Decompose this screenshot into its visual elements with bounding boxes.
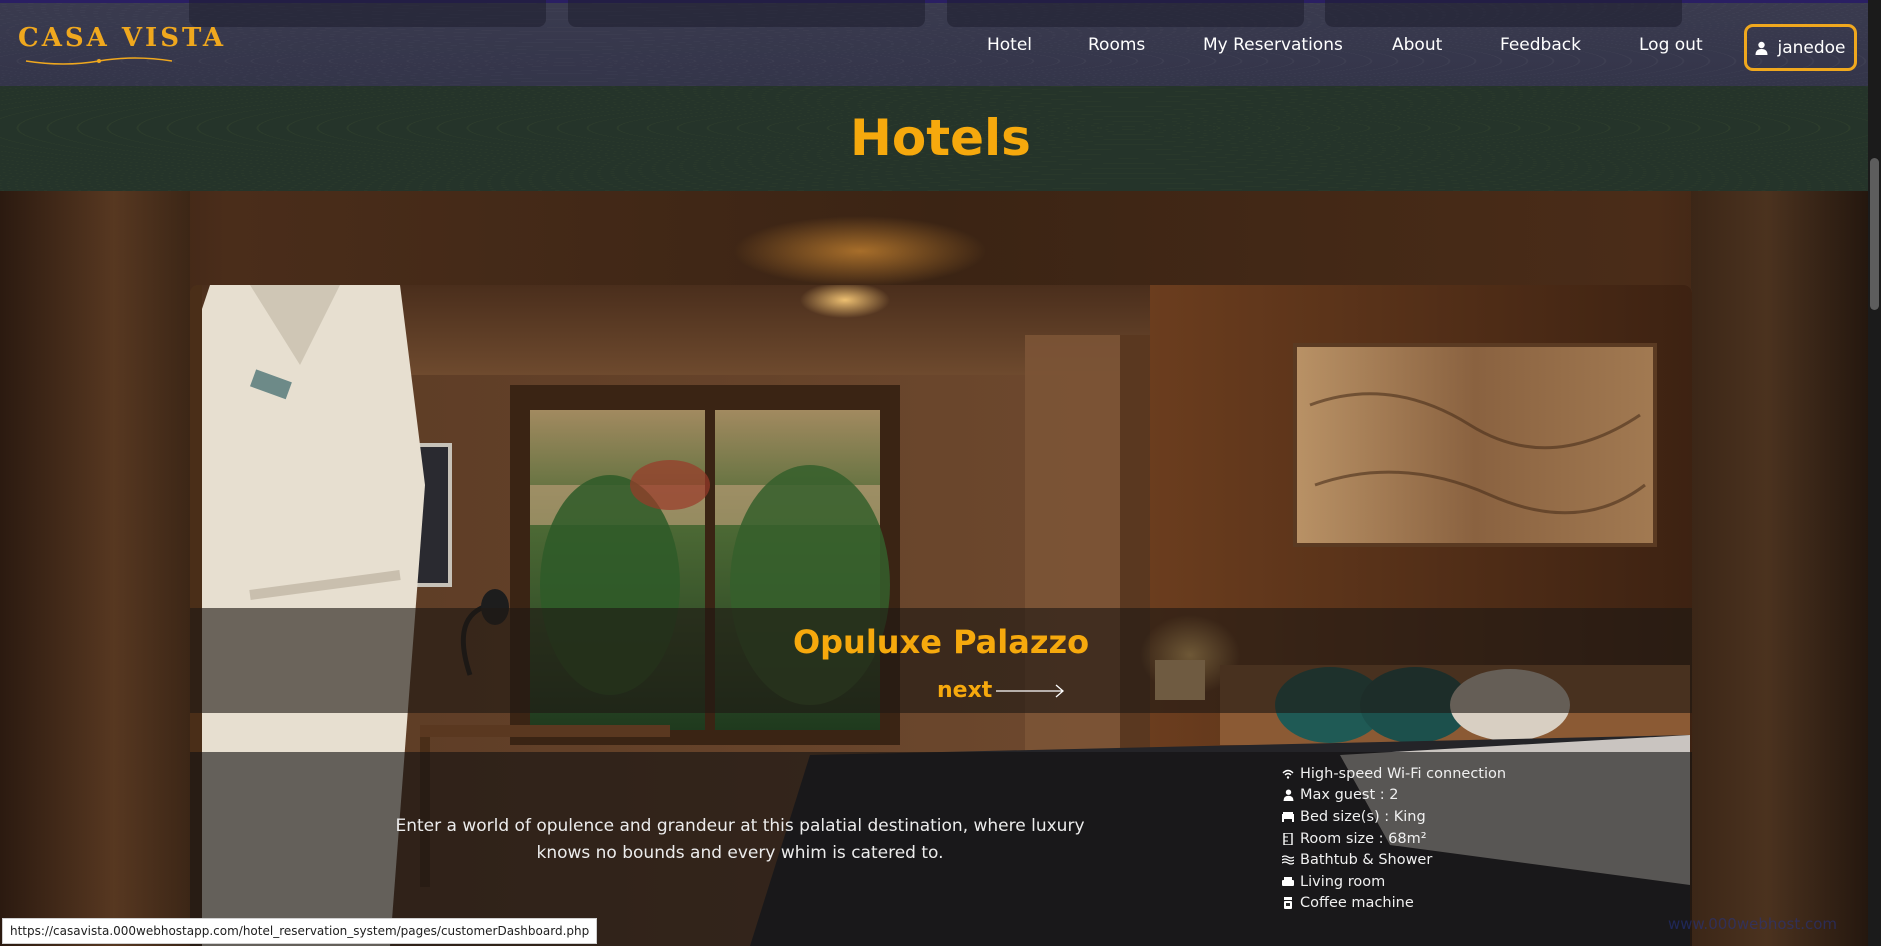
amenity-item: High-speed Wi-Fi connection <box>1282 763 1506 785</box>
hotel-name: Opuluxe Palazzo <box>792 623 1090 661</box>
nav-link-log-out[interactable]: Log out <box>1639 35 1703 55</box>
amenities-list: High-speed Wi-Fi connection Max guest : … <box>1282 763 1506 914</box>
top-navbar: CASA VISTA Hotel Rooms My Reservations A… <box>0 0 1881 86</box>
amenity-item: Living room <box>1282 871 1506 893</box>
nav-link-hotel[interactable]: Hotel <box>987 35 1032 55</box>
nav-decor-strip <box>1325 0 1682 27</box>
user-account-button[interactable]: janedoe <box>1744 24 1857 71</box>
sofa-icon <box>1282 876 1294 887</box>
logo-swash-icon <box>25 57 173 65</box>
nav-decor-strip <box>568 0 925 27</box>
wifi-icon <box>1282 769 1294 779</box>
amenity-label: Living room <box>1300 873 1386 890</box>
nav-link-feedback[interactable]: Feedback <box>1500 35 1581 55</box>
username-label: janedoe <box>1777 37 1846 58</box>
page-title: Hotels <box>850 108 1031 167</box>
nav-link-my-reservations[interactable]: My Reservations <box>1203 35 1343 55</box>
nav-link-about[interactable]: About <box>1392 35 1442 55</box>
amenity-label: Max guest : 2 <box>1300 787 1399 804</box>
user-icon <box>1755 41 1768 55</box>
hero-blur-right <box>1691 191 1881 946</box>
status-bar-url: https://casavista.000webhostapp.com/hote… <box>2 918 598 944</box>
amenity-item: Bed size(s) : King <box>1282 806 1506 828</box>
next-label: next <box>937 678 993 703</box>
next-slide-button[interactable]: next <box>937 678 1066 703</box>
amenity-item: Max guest : 2 <box>1282 785 1506 807</box>
bathtub-icon <box>1282 855 1294 865</box>
hotel-description: Enter a world of opulence and grandeur a… <box>395 816 1085 863</box>
amenity-label: Bathtub & Shower <box>1300 852 1433 869</box>
bed-icon <box>1282 811 1294 822</box>
nav-link-rooms[interactable]: Rooms <box>1088 35 1145 55</box>
amenity-item: Coffee machine <box>1282 893 1506 915</box>
coffee-icon <box>1282 897 1294 910</box>
amenity-item: Room size : 68m² <box>1282 828 1506 850</box>
ruler-icon <box>1282 832 1294 845</box>
brand-logo[interactable]: CASA VISTA <box>18 23 226 53</box>
amenity-label: High-speed Wi-Fi connection <box>1300 765 1507 782</box>
amenity-item: Bathtub & Shower <box>1282 849 1506 871</box>
hero-blur-left <box>0 191 190 946</box>
user-icon <box>1282 789 1294 802</box>
amenity-label: Coffee machine <box>1300 895 1414 912</box>
scrollbar-thumb[interactable] <box>1870 158 1879 310</box>
page-header-banner: Hotels <box>0 86 1881 191</box>
arrow-right-icon <box>996 684 1065 697</box>
host-watermark: www.000webhost.com <box>1668 915 1838 933</box>
amenity-label: Room size : 68m² <box>1300 830 1427 847</box>
hotel-slide-card: Opuluxe Palazzo next Enter a world of op… <box>190 285 1692 946</box>
amenity-label: Bed size(s) : King <box>1300 808 1426 825</box>
scrollbar-track[interactable] <box>1868 0 1881 946</box>
nav-decor-strip <box>189 0 546 27</box>
nav-decor-strip <box>947 0 1304 27</box>
